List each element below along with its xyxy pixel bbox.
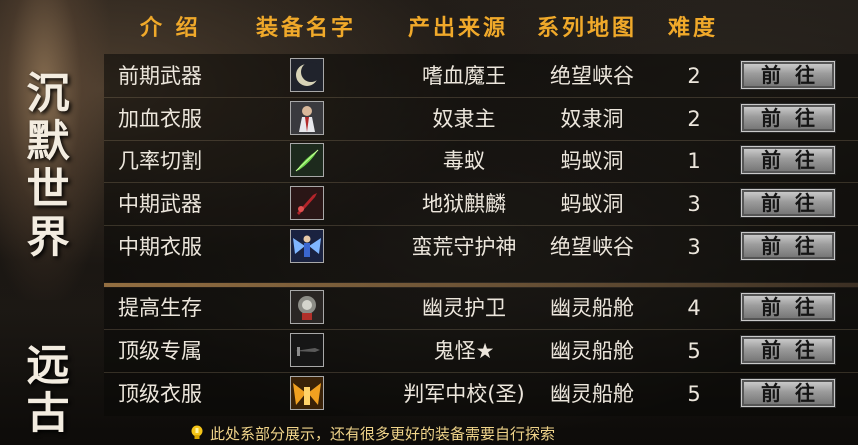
crescent-blade-icon [290,58,324,92]
table-row: 加血衣服 奴隶主 奴隶洞 2 前往 [104,100,858,141]
goto-button[interactable]: 前往 [740,231,836,261]
row-divider [104,182,858,183]
side-title-char: 界 [26,213,70,263]
goto-button[interactable]: 前往 [740,335,836,365]
row-map: 幽灵船舱 [550,296,634,320]
goto-button[interactable]: 前往 [740,292,836,322]
row-map: 幽灵船舱 [550,339,634,363]
dark-blade-icon [290,333,324,367]
row-divider [104,372,858,373]
row-intro: 顶级衣服 [118,382,202,406]
section-divider [104,283,858,287]
side-title-char: 世 [26,165,70,215]
red-blade-icon [290,186,324,220]
winged-warrior-armor-icon [290,229,324,263]
row-difficulty: 3 [687,235,701,259]
row-divider [104,329,858,330]
side-title-bottom: 远 古 [20,342,76,438]
table-row: 提高生存 幽灵护卫 幽灵船舱 4 前往 [104,289,858,330]
table-row: 前期武器 嗜血魔王 绝望峡谷 2 前往 [104,57,858,98]
footer-notice-text: 此处系部分展示，还有很多更好的装备需要自行探索 [210,425,556,443]
row-map: 蚂蚁洞 [560,192,624,216]
side-title-char: 沉 [26,69,70,119]
green-feather-icon [290,143,324,177]
row-difficulty: 2 [687,64,701,88]
row-map: 蚂蚁洞 [560,149,624,173]
row-intro: 几率切割 [118,149,202,173]
row-intro: 中期衣服 [118,235,202,259]
row-divider [104,225,858,226]
row-map: 奴隶洞 [560,107,624,131]
footer-notice: 此处系部分展示，还有很多更好的装备需要自行探索 [190,423,555,444]
row-difficulty: 5 [687,339,701,363]
header-intro: 介 绍 [140,16,201,41]
row-divider [104,140,858,141]
row-difficulty: 2 [687,107,701,131]
goto-button[interactable]: 前往 [740,60,836,90]
row-intro: 顶级专属 [118,339,202,363]
header-equipment-name: 装备名字 [256,16,357,41]
orb-shield-icon [290,290,324,324]
row-intro: 加血衣服 [118,107,202,131]
side-title-top: 沉 默 世 界 [20,70,76,262]
row-intro: 中期武器 [118,192,202,216]
table-row: 中期衣服 蛮荒守护神 绝望峡谷 3 前往 [104,228,858,266]
row-map: 绝望峡谷 [550,235,634,259]
goto-button[interactable]: 前往 [740,103,836,133]
side-title-char: 远 [26,341,70,391]
row-intro: 前期武器 [118,64,202,88]
row-difficulty: 1 [687,149,701,173]
row-difficulty: 3 [687,192,701,216]
side-title-char: 默 [26,117,70,167]
row-intro: 提高生存 [118,296,202,320]
header-source: 产出来源 [408,16,509,41]
header-map: 系列地图 [537,16,638,41]
table-row: 顶级专属 鬼怪★ 幽灵船舱 5 前往 [104,332,858,373]
row-difficulty: 4 [687,296,701,320]
table-row: 中期武器 地狱麒麟 蚂蚁洞 3 前往 [104,185,858,226]
table-row: 几率切割 毒蚁 蚂蚁洞 1 前往 [104,142,858,183]
side-title-char: 古 [26,389,70,439]
robed-figure-armor-icon [290,101,324,135]
row-divider [104,97,858,98]
goto-button[interactable]: 前往 [740,188,836,218]
row-map: 绝望峡谷 [550,64,634,88]
table-header: 介 绍 装备名字 产出来源 系列地图 难度 [0,0,858,50]
lightbulb-icon [190,425,204,441]
header-difficulty: 难度 [668,16,719,41]
goto-button[interactable]: 前往 [740,378,836,408]
row-map: 幽灵船舱 [550,382,634,406]
row-difficulty: 5 [687,382,701,406]
golden-wing-armor-icon [290,376,324,410]
goto-button[interactable]: 前往 [740,145,836,175]
table-row: 顶级衣服 判军中校(圣) 幽灵船舱 5 前往 [104,375,858,413]
